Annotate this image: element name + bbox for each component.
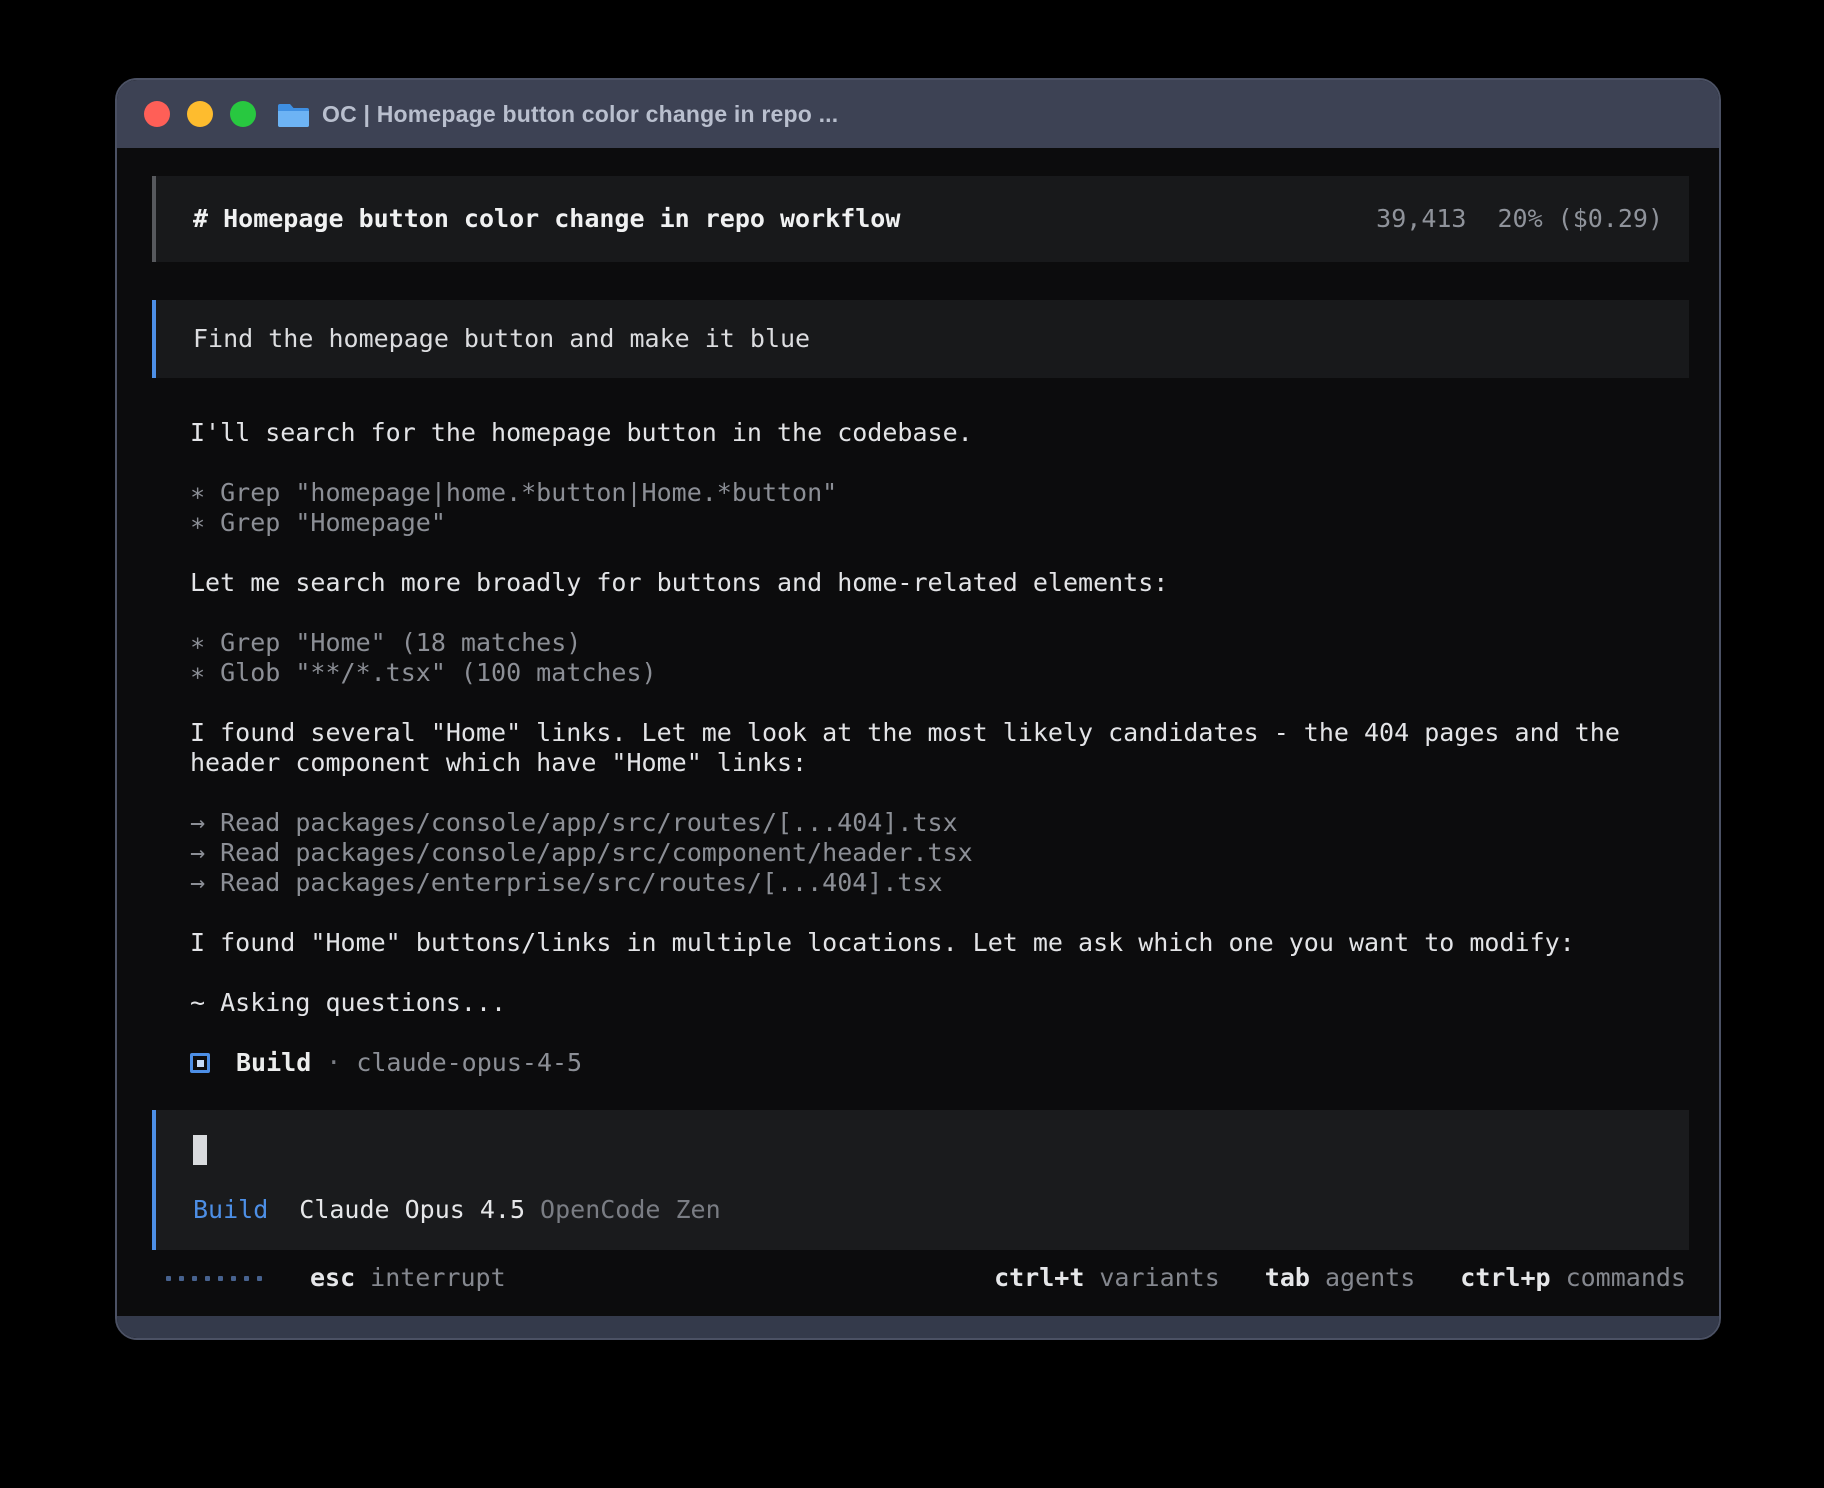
hint-label: agents xyxy=(1325,1263,1415,1293)
status-bar: esc interrupt ctrl+t variants tab agents… xyxy=(166,1263,1686,1293)
message-lines: → Read packages/console/app/src/routes/[… xyxy=(190,808,1689,898)
token-count: 39,413 xyxy=(1376,204,1466,234)
session-cost: ($0.29) xyxy=(1558,204,1663,234)
minimize-button[interactable] xyxy=(187,101,213,127)
user-message: Find the homepage button and make it blu… xyxy=(152,300,1689,378)
message-block: I found several "Home" links. Let me loo… xyxy=(190,718,1689,778)
conversation: I'll search for the homepage button in t… xyxy=(190,418,1689,1048)
window-bottom-edge xyxy=(117,1316,1719,1338)
agent-model: claude-opus-4-5 xyxy=(356,1048,582,1078)
activity-spinner-icon xyxy=(166,1276,262,1281)
model-label: Claude Opus 4.5 xyxy=(299,1195,525,1225)
hint-key: tab xyxy=(1265,1263,1310,1293)
session-stats: 39,413 20% ($0.29) xyxy=(1376,204,1663,234)
hint-variants: ctrl+t variants xyxy=(994,1263,1220,1293)
window-title: OC | Homepage button color change in rep… xyxy=(322,101,838,128)
terminal-window: OC | Homepage button color change in rep… xyxy=(115,78,1721,1340)
session-title: # Homepage button color change in repo w… xyxy=(193,204,900,234)
agent-name: Build xyxy=(236,1048,311,1078)
text-cursor xyxy=(193,1135,207,1165)
message-block: I'll search for the homepage button in t… xyxy=(190,418,1689,448)
message-block: ∗ Grep "Home" (18 matches)∗ Glob "**/*.t… xyxy=(190,628,1689,688)
message-lines: I found "Home" buttons/links in multiple… xyxy=(190,928,1689,958)
hint-interrupt: esc interrupt xyxy=(310,1263,506,1293)
message-block: I found "Home" buttons/links in multiple… xyxy=(190,928,1689,958)
message-lines: ∗ Grep "Home" (18 matches)∗ Glob "**/*.t… xyxy=(190,628,1689,688)
prompt-input[interactable]: Build Claude Opus 4.5 OpenCode Zen xyxy=(152,1110,1689,1250)
message-block: → Read packages/console/app/src/routes/[… xyxy=(190,808,1689,898)
provider-label: OpenCode Zen xyxy=(540,1195,721,1225)
user-message-text: Find the homepage button and make it blu… xyxy=(193,324,1669,354)
traffic-lights xyxy=(144,101,256,127)
hint-agents: tab agents xyxy=(1265,1263,1415,1293)
hint-commands: ctrl+p commands xyxy=(1460,1263,1686,1293)
hint-key: ctrl+p xyxy=(1460,1263,1550,1293)
close-button[interactable] xyxy=(144,101,170,127)
hint-key: esc xyxy=(310,1263,355,1293)
folder-icon xyxy=(278,102,309,127)
hint-label: commands xyxy=(1566,1263,1686,1293)
message-lines: I'll search for the homepage button in t… xyxy=(190,418,1689,448)
prompt-footer: Build Claude Opus 4.5 OpenCode Zen xyxy=(193,1195,1669,1225)
agent-row: Build · claude-opus-4-5 xyxy=(190,1048,1689,1078)
mode-label: Build xyxy=(193,1195,268,1225)
message-block: ∗ Grep "homepage|home.*button|Home.*butt… xyxy=(190,478,1689,538)
hint-label: interrupt xyxy=(370,1263,505,1293)
message-block: ~ Asking questions... xyxy=(190,988,1689,1018)
message-block: Let me search more broadly for buttons a… xyxy=(190,568,1689,598)
terminal-content: # Homepage button color change in repo w… xyxy=(117,148,1719,1316)
message-lines: ∗ Grep "homepage|home.*button|Home.*butt… xyxy=(190,478,1689,538)
maximize-button[interactable] xyxy=(230,101,256,127)
message-lines: ~ Asking questions... xyxy=(190,988,1689,1018)
session-header: # Homepage button color change in repo w… xyxy=(152,176,1689,262)
prompt-value-line xyxy=(193,1135,1669,1165)
status-hints-right: ctrl+t variants tab agents ctrl+p comman… xyxy=(994,1263,1686,1293)
titlebar: OC | Homepage button color change in rep… xyxy=(117,80,1719,148)
agent-separator: · xyxy=(326,1048,341,1078)
message-lines: I found several "Home" links. Let me loo… xyxy=(190,718,1689,778)
context-percent: 20% xyxy=(1497,204,1542,234)
message-lines: Let me search more broadly for buttons a… xyxy=(190,568,1689,598)
hint-key: ctrl+t xyxy=(994,1263,1084,1293)
hint-label: variants xyxy=(1099,1263,1219,1293)
agent-icon xyxy=(190,1053,210,1073)
